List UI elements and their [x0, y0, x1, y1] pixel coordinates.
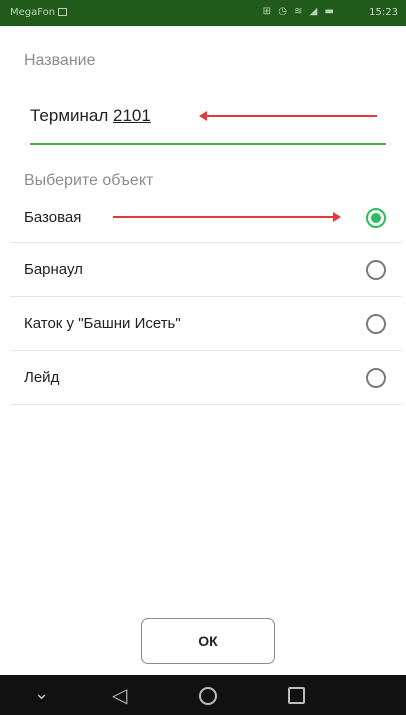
carrier-name: MegaFon [10, 7, 68, 18]
name-input-number: 2101 [113, 106, 151, 125]
status-bar: MegaFon ⊞ ◷ ≋ ◢ ▬ 15:23 [0, 0, 406, 26]
annotation-arrow-right [113, 212, 341, 222]
list-item-label: Каток у "Башни Исеть" [24, 315, 181, 332]
annotation-arrow-left [199, 111, 377, 121]
sim-icon [58, 8, 68, 16]
list-item-label: Лейд [24, 369, 60, 386]
radio-selected-icon[interactable] [366, 207, 386, 228]
clock: 15:23 [369, 7, 398, 18]
list-item[interactable]: Лейд [10, 351, 402, 405]
back-icon[interactable]: ◁ [112, 683, 127, 708]
list-item[interactable]: Барнаул [10, 243, 402, 297]
radio-icon[interactable] [366, 259, 386, 280]
home-icon[interactable] [199, 687, 217, 705]
list-item[interactable]: Базовая [10, 193, 402, 243]
navigation-bar: ⌄ ◁ [0, 675, 406, 715]
object-label: Выберите объект [24, 172, 154, 189]
list-item-label: Базовая [24, 209, 82, 226]
object-list: Базовая Барнаул Каток у "Башни Исеть" Ле… [10, 193, 402, 405]
list-item[interactable]: Каток у "Башни Исеть" [10, 297, 402, 351]
radio-icon[interactable] [366, 367, 386, 388]
name-label: Название [24, 52, 96, 69]
list-item-label: Барнаул [24, 261, 83, 278]
name-input[interactable]: Терминал 2101 [30, 106, 151, 126]
status-icons: ⊞ ◷ ≋ ◢ ▬ [262, 6, 336, 17]
ok-button[interactable]: ОК [141, 618, 275, 664]
name-input-text: Терминал [30, 106, 114, 125]
name-input-underline [30, 143, 386, 145]
recent-apps-icon[interactable] [288, 687, 305, 704]
chevron-down-icon[interactable]: ⌄ [34, 683, 49, 704]
radio-icon[interactable] [366, 313, 386, 334]
